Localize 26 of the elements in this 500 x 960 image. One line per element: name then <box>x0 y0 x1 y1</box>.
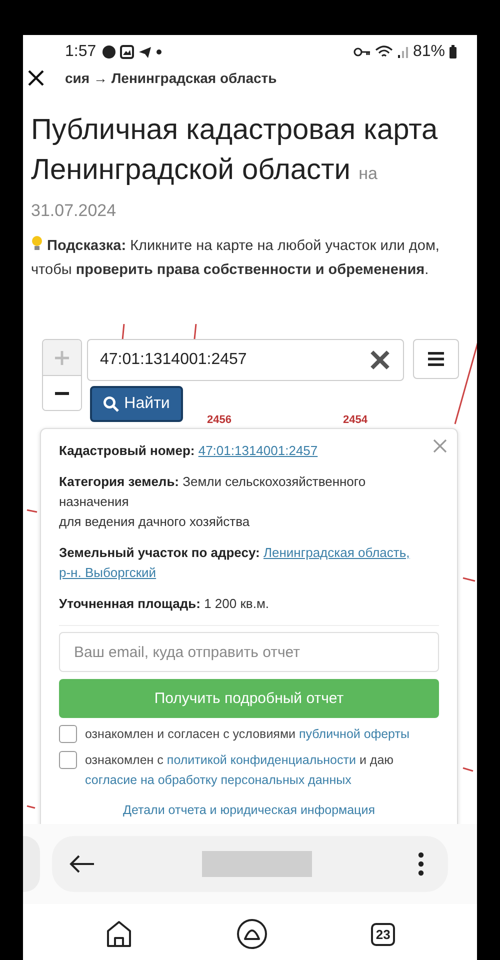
battery-percent: 81% <box>412 42 445 60</box>
date-text: 31.07.2024 <box>31 200 118 222</box>
consent-link[interactable]: публичной оферты <box>299 727 410 741</box>
consent-link[interactable]: согласие на обработку персональных данных <box>85 773 352 787</box>
info-text: Земельный участок по адресу: Ленинградская область, р-н. Выборгский <box>59 544 411 582</box>
info-text: Категория земель: Земли сельскохозяйственного назначения для ведения дачного хозяйства <box>59 473 367 531</box>
consent-text: ознакомлен и согласен с условиями публичной оферты <box>85 726 410 743</box>
email-field[interactable]: Ваш email, куда отправить отчет <box>59 632 439 672</box>
hint-text: Подсказка: Кликните на карте на любой участок или дом, чтобы проверить права собственности и обременения. <box>31 234 469 282</box>
search-field[interactable]: 47:01:1314001:2457 <box>87 339 404 381</box>
page-title: Публичная кадастровая карта Ленинградской области на <box>31 113 439 188</box>
info-text: Уточненная площадь: 1 200 кв.м. <box>59 595 270 613</box>
address-link[interactable]: 47:01:1314001:2457 <box>198 443 318 458</box>
details-link[interactable]: Детали отчета и юридическая информация <box>123 802 375 818</box>
breadcrumb: сия → Ленинградская область <box>65 69 278 88</box>
parcel-number: 2456 <box>207 414 232 426</box>
parcel-number: 2454 <box>343 414 368 426</box>
report-button[interactable]: Получить подробный отчет <box>59 679 439 718</box>
tabs-button[interactable]: 23 <box>370 922 396 946</box>
address-link[interactable]: Ленинградская область, <box>263 545 410 560</box>
info-text: Кадастровый номер: 47:01:1314001:2457 <box>59 442 319 460</box>
find-button[interactable]: Найти <box>90 386 183 422</box>
consent-text: ознакомлен с политикой конфиденциальности и даю согласие на обработку персональных данных <box>85 752 395 789</box>
address-link[interactable]: р-н. Выборгский <box>59 565 156 580</box>
clock-time: 1:57 <box>65 42 96 60</box>
consent-link[interactable]: политикой конфиденциальности <box>166 753 356 767</box>
